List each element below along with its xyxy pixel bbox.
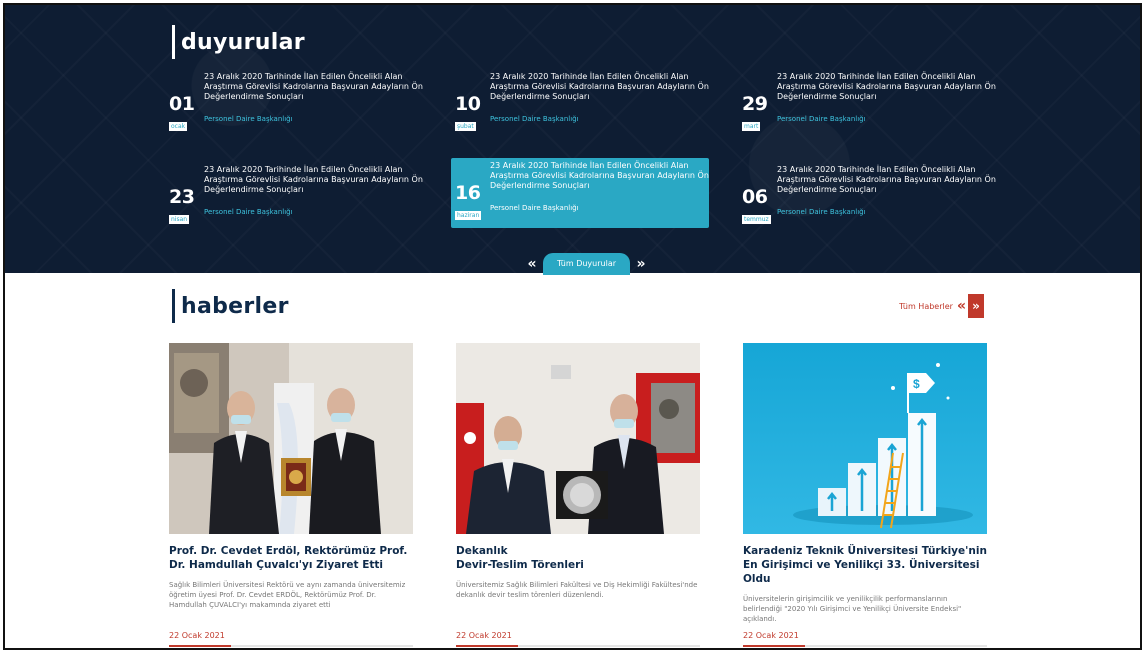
announcement-text: 23 Aralık 2020 Tarihinde İlan Edilen Önc… bbox=[204, 165, 423, 194]
news-summary: Üniversitemiz Sağlık Bilimleri Fakültesi… bbox=[456, 581, 698, 599]
announcements-title: duyurular bbox=[172, 25, 305, 59]
news-headline[interactable]: Dekanlık Devir-Teslim Törenleri bbox=[456, 544, 700, 572]
announcement-item[interactable]: 01 ocak 23 Aralık 2020 Tarihinde İlan Ed… bbox=[165, 69, 423, 139]
announcement-date: 10 şubat bbox=[455, 95, 485, 132]
news-card[interactable]: Dekanlık Devir-Teslim Törenleri Üniversi… bbox=[456, 343, 700, 647]
announcement-source[interactable]: Personel Daire Başkanlığı bbox=[204, 208, 293, 216]
announcement-day: 16 bbox=[455, 182, 481, 204]
announcements-section: duyurular 01 ocak 23 Aralık 2020 Tarihin… bbox=[5, 5, 1140, 275]
prev-announcements-icon[interactable]: « bbox=[523, 256, 541, 272]
announcement-item[interactable]: 06 temmuz 23 Aralık 2020 Tarihinde İlan … bbox=[738, 162, 996, 232]
announcement-month: şubat bbox=[455, 122, 476, 131]
announcement-text: 23 Aralık 2020 Tarihinde İlan Edilen Önc… bbox=[204, 72, 423, 101]
announcements-nav: « Tüm Duyurular » bbox=[523, 253, 650, 275]
page-frame: duyurular 01 ocak 23 Aralık 2020 Tarihin… bbox=[3, 3, 1142, 650]
announcement-day: 10 bbox=[455, 93, 481, 115]
news-divider bbox=[456, 645, 700, 647]
announcement-source[interactable]: Personel Daire Başkanlığı bbox=[777, 208, 866, 216]
announcement-text: 23 Aralık 2020 Tarihinde İlan Edilen Önc… bbox=[777, 165, 996, 194]
svg-text:$: $ bbox=[913, 377, 920, 391]
announcement-item[interactable]: 10 şubat 23 Aralık 2020 Tarihinde İlan E… bbox=[451, 69, 709, 139]
announcement-date: 29 mart bbox=[742, 95, 772, 132]
news-card[interactable]: $ Karadeniz Teknik Üniversitesi Türkiye'… bbox=[743, 343, 987, 647]
announcement-item[interactable]: 23 nisan 23 Aralık 2020 Tarihinde İlan E… bbox=[165, 162, 423, 232]
announcement-date: 06 temmuz bbox=[742, 188, 772, 225]
announcement-day: 01 bbox=[169, 93, 195, 115]
news-image-rector-visit[interactable] bbox=[169, 343, 413, 534]
all-news-label[interactable]: Tüm Haberler bbox=[899, 302, 953, 311]
prev-news-icon[interactable]: « bbox=[957, 298, 966, 314]
all-announcements-button[interactable]: Tüm Duyurular bbox=[543, 253, 631, 275]
news-date: 22 Ocak 2021 bbox=[169, 631, 225, 640]
announcement-date: 01 ocak bbox=[169, 95, 199, 132]
announcement-item[interactable]: 29 mart 23 Aralık 2020 Tarihinde İlan Ed… bbox=[738, 69, 996, 139]
announcement-source[interactable]: Personel Daire Başkanlığı bbox=[490, 204, 579, 212]
news-divider bbox=[743, 645, 987, 647]
announcement-month: ocak bbox=[169, 122, 188, 131]
announcement-month: haziran bbox=[455, 211, 482, 220]
news-photo bbox=[169, 343, 413, 534]
announcement-day: 06 bbox=[742, 186, 768, 208]
announcements-title-text: duyurular bbox=[181, 29, 305, 55]
news-date: 22 Ocak 2021 bbox=[743, 631, 799, 640]
announcement-month: nisan bbox=[169, 215, 190, 224]
announcement-month: temmuz bbox=[742, 215, 771, 224]
announcement-date: 16 haziran bbox=[455, 184, 485, 221]
announcement-item-active[interactable]: 16 haziran 23 Aralık 2020 Tarihinde İlan… bbox=[451, 158, 709, 228]
news-divider bbox=[169, 645, 413, 647]
announcement-source[interactable]: Personel Daire Başkanlığı bbox=[490, 115, 579, 123]
announcement-source[interactable]: Personel Daire Başkanlığı bbox=[777, 115, 866, 123]
announcement-text: 23 Aralık 2020 Tarihinde İlan Edilen Önc… bbox=[490, 161, 709, 190]
news-card[interactable]: Prof. Dr. Cevdet Erdöl, Rektörümüz Prof.… bbox=[169, 343, 413, 647]
news-summary: Sağlık Bilimleri Üniversitesi Rektörü ve… bbox=[169, 581, 406, 609]
news-image-dean-ceremony[interactable] bbox=[456, 343, 700, 534]
title-bar bbox=[172, 289, 175, 323]
news-date: 22 Ocak 2021 bbox=[456, 631, 512, 640]
news-photo: $ bbox=[743, 343, 987, 534]
news-photo bbox=[456, 343, 700, 534]
news-headline[interactable]: Prof. Dr. Cevdet Erdöl, Rektörümüz Prof.… bbox=[169, 544, 413, 572]
news-summary: Üniversitelerin girişimcilik ve yenilikç… bbox=[743, 595, 962, 623]
news-headline[interactable]: Karadeniz Teknik Üniversitesi Türkiye'ni… bbox=[743, 544, 987, 586]
next-announcements-icon[interactable]: » bbox=[632, 256, 650, 272]
announcement-date: 23 nisan bbox=[169, 188, 199, 225]
next-news-icon[interactable]: » bbox=[968, 294, 984, 318]
announcement-source[interactable]: Personel Daire Başkanlığı bbox=[204, 115, 293, 123]
announcement-day: 29 bbox=[742, 93, 768, 115]
all-news-link[interactable]: Tüm Haberler « » bbox=[899, 294, 984, 318]
announcement-text: 23 Aralık 2020 Tarihinde İlan Edilen Önc… bbox=[490, 72, 709, 101]
announcement-day: 23 bbox=[169, 186, 195, 208]
news-image-entrepreneur-index[interactable]: $ bbox=[743, 343, 987, 534]
news-title-text: haberler bbox=[181, 293, 289, 319]
announcement-text: 23 Aralık 2020 Tarihinde İlan Edilen Önc… bbox=[777, 72, 996, 101]
news-title: haberler bbox=[172, 289, 289, 323]
title-bar bbox=[172, 25, 175, 59]
announcement-month: mart bbox=[742, 122, 761, 131]
